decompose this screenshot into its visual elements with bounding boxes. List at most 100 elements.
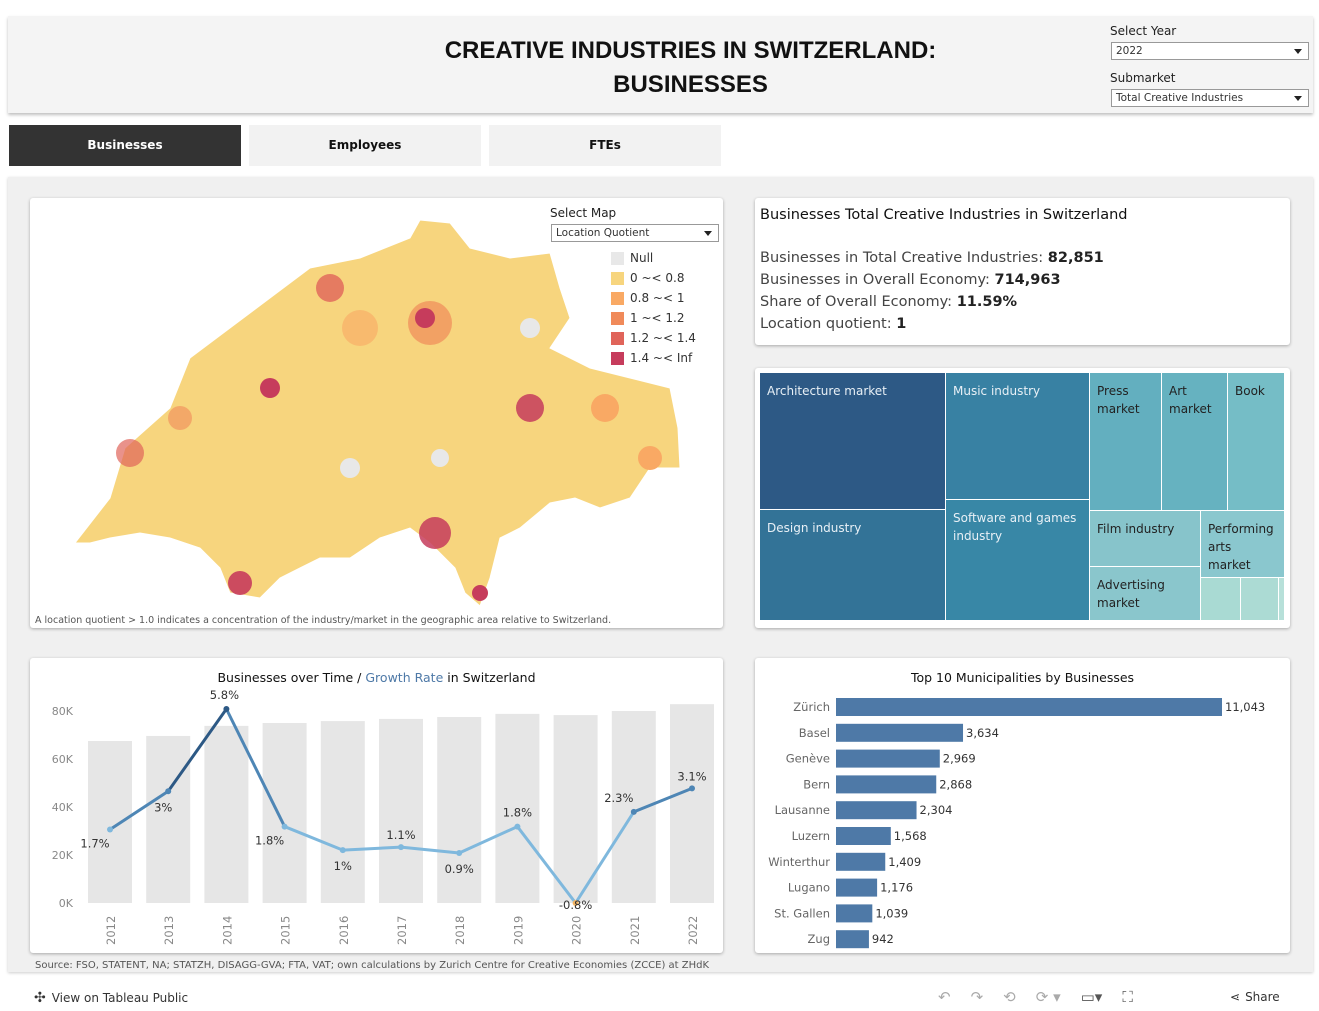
submarket-treemap[interactable]: Architecture market Design industry Music … (760, 373, 1285, 621)
x-tick-label: 2013 (162, 916, 176, 945)
growth-label: 2.3% (604, 791, 633, 805)
bar-category-label: St. Gallen (774, 906, 830, 920)
bar-category-label: Basel (799, 726, 830, 740)
revert-icon[interactable]: ⟲ (1003, 988, 1016, 1006)
legend-item[interactable]: 1.2 ~< 1.4 (611, 328, 696, 348)
top10-bar-chart[interactable]: Zürich 11,043 Basel 3,634 Genève 2,969 Bern 2,8… (755, 658, 1290, 953)
bar-2012[interactable] (88, 741, 132, 903)
growth-point[interactable] (398, 844, 404, 851)
select-map-dropdown[interactable]: Location Quotient (551, 224, 719, 242)
kpi-value: 11.59% (956, 294, 1018, 310)
fullscreen-icon[interactable]: ⛶ (1122, 988, 1133, 1006)
bar-Winterthur[interactable] (836, 852, 886, 871)
growth-label: 1.8% (503, 806, 532, 820)
legend-item[interactable]: 0.8 ~< 1 (611, 288, 696, 308)
bar-2013[interactable] (146, 735, 191, 903)
legend-item[interactable]: 0 ~< 0.8 (611, 268, 696, 288)
y-tick-label: 80K (52, 705, 74, 718)
view-on-tableau-link[interactable]: ✣ View on Tableau Public (34, 990, 188, 1006)
treemap-cell[interactable]: Architecture market (760, 373, 946, 510)
legend-item[interactable]: 1 ~< 1.2 (611, 308, 696, 328)
share-button[interactable]: ⋖ Share (1230, 990, 1280, 1004)
growth-label: 3% (154, 800, 172, 814)
kpi-title: Businesses Total Creative Industries in … (760, 207, 1128, 223)
growth-point[interactable] (630, 808, 637, 815)
bar-value-label: 1,176 (880, 881, 913, 895)
legend-label: 0.8 ~< 1 (630, 291, 685, 305)
refresh-icon[interactable]: ⟳ ▾ (1036, 988, 1061, 1006)
treemap-cell[interactable]: Press market (1090, 373, 1162, 511)
treemap-cell[interactable]: Software and games industry (946, 500, 1090, 621)
treemap-cell[interactable]: Book (1228, 373, 1285, 511)
businesses-over-time-chart[interactable]: 0K 20K 40K 60K 80K 2012 2013 2014 2015 2016 2017 20… (30, 658, 723, 953)
bar-category-label: Zug (808, 932, 830, 946)
bar-2014[interactable] (204, 725, 249, 903)
map-region-base (73, 219, 681, 607)
treemap-cell-small[interactable] (1241, 578, 1279, 621)
select-map-label: Select Map (550, 206, 617, 220)
bar-St. Gallen[interactable] (836, 904, 873, 923)
growth-point[interactable] (223, 706, 230, 712)
bar-Lausanne[interactable] (836, 801, 917, 820)
redo-icon[interactable]: ↷ (971, 988, 984, 1006)
x-tick-label: 2022 (686, 916, 700, 945)
tab-ftes[interactable]: FTEs (489, 125, 721, 166)
growth-label: 1.8% (255, 834, 284, 848)
map-note: A location quotient > 1.0 indicates a co… (35, 615, 612, 626)
growth-point[interactable] (456, 850, 463, 857)
year-select[interactable]: 2022 (1111, 42, 1309, 60)
growth-label: 5.8% (210, 688, 239, 702)
bar-2020[interactable] (553, 715, 598, 903)
kpi-row: Location quotient: 1 (760, 313, 1104, 335)
bar-Luzern[interactable] (836, 827, 891, 845)
treemap-card: Architecture market Design industry Music … (755, 368, 1290, 628)
bar-2022[interactable] (670, 704, 714, 903)
undo-icon[interactable]: ↶ (938, 988, 951, 1006)
treemap-cell[interactable]: Performing arts market (1201, 511, 1285, 578)
growth-point[interactable] (514, 823, 521, 830)
treemap-cell[interactable]: Art market (1162, 373, 1228, 511)
bar-Zürich[interactable] (836, 698, 1222, 716)
legend-item[interactable]: 1.4 ~< Inf (611, 348, 696, 368)
submarket-label: Submarket (1110, 71, 1176, 85)
comment-icon[interactable]: ▭▾ (1081, 988, 1103, 1006)
submarket-select[interactable]: Total Creative Industries (1111, 89, 1309, 107)
y-tick-label: 0K (59, 897, 74, 910)
treemap-cell[interactable]: Music industry (946, 373, 1090, 500)
bar-Lugano[interactable] (836, 878, 878, 897)
kpi-label: Businesses in Total Creative Industries: (760, 250, 1048, 266)
bar-Bern[interactable] (836, 775, 937, 794)
treemap-cell[interactable]: Advertising market (1090, 567, 1201, 621)
x-tick-label: 2020 (570, 916, 584, 945)
treemap-cell[interactable]: Design industry (760, 510, 946, 621)
bar-Basel[interactable] (836, 723, 964, 742)
growth-label: 1% (334, 859, 352, 873)
bar-value-label: 3,634 (966, 726, 999, 740)
bar-category-label: Genève (786, 752, 830, 766)
growth-point[interactable] (165, 788, 172, 795)
tab-employees[interactable]: Employees (249, 125, 481, 166)
legend-label: 1 ~< 1.2 (630, 311, 685, 325)
growth-point[interactable] (339, 847, 346, 854)
bar-2015[interactable] (262, 723, 307, 903)
growth-point[interactable] (689, 785, 695, 792)
treemap-cell-small[interactable] (1279, 578, 1285, 621)
kpi-rows: Businesses in Total Creative Industries:… (760, 247, 1104, 335)
bar-2016[interactable] (320, 721, 365, 903)
year-label: Select Year (1110, 24, 1177, 38)
treemap-cell[interactable]: Film industry (1090, 511, 1201, 567)
kpi-row: Share of Overall Economy: 11.59% (760, 291, 1104, 313)
bar-Zug[interactable] (836, 930, 869, 949)
bar-Genève[interactable] (836, 749, 940, 768)
tab-businesses[interactable]: Businesses (9, 125, 241, 166)
time-chart-card: Businesses over Time / Growth Rate in Sw… (30, 658, 723, 953)
legend-label: 0 ~< 0.8 (630, 271, 685, 285)
legend-item[interactable]: Null (611, 248, 696, 268)
bar-value-label: 1,039 (875, 906, 908, 920)
x-tick-label: 2019 (511, 916, 525, 945)
bar-2017[interactable] (379, 718, 423, 903)
growth-point[interactable] (281, 823, 288, 830)
treemap-cell-small[interactable] (1201, 578, 1241, 621)
legend-label: Null (630, 251, 654, 265)
growth-point[interactable] (107, 826, 113, 833)
